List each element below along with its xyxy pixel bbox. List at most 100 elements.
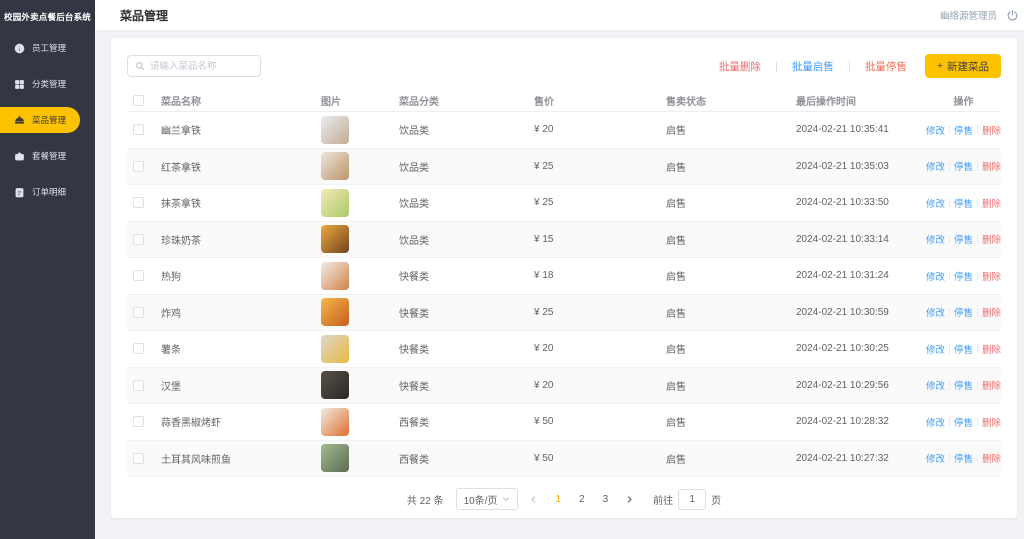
delete-link[interactable]: 删除 <box>982 159 1001 173</box>
delete-link[interactable]: 删除 <box>982 342 1001 356</box>
dish-category: 西餐类 <box>399 414 534 429</box>
row-checkbox[interactable] <box>133 416 144 427</box>
edit-link[interactable]: 修改 <box>926 269 945 283</box>
new-dish-label: 新建菜品 <box>947 59 989 74</box>
dish-price: ¥ 18 <box>534 270 666 281</box>
stop-sale-link[interactable]: 停售 <box>954 269 973 283</box>
dish-sale-status: 启售 <box>666 195 796 210</box>
select-all-checkbox[interactable] <box>133 95 144 106</box>
dish-price: ¥ 20 <box>534 124 666 135</box>
row-actions: 修改 停售 删除 <box>926 123 1001 137</box>
row-checkbox[interactable] <box>133 380 144 391</box>
search-icon <box>135 61 145 71</box>
delete-link[interactable]: 删除 <box>982 305 1001 319</box>
new-dish-button[interactable]: + 新建菜品 <box>925 54 1001 78</box>
sidebar-item-orders[interactable]: 订单明细 <box>0 174 95 210</box>
edit-link[interactable]: 修改 <box>926 415 945 429</box>
sidebar-item-label: 套餐管理 <box>32 150 66 162</box>
dish-image <box>321 116 349 144</box>
edit-link[interactable]: 修改 <box>926 123 945 137</box>
stop-sale-link[interactable]: 停售 <box>954 378 973 392</box>
page-button-1[interactable]: 1 <box>549 494 567 505</box>
column-header-time: 最后操作时间 <box>796 93 926 108</box>
edit-link[interactable]: 修改 <box>926 451 945 465</box>
goto-page-input[interactable] <box>678 489 706 510</box>
row-checkbox[interactable] <box>133 270 144 281</box>
page-button-2[interactable]: 2 <box>573 494 591 505</box>
batch-enable-button[interactable]: 批量启售 <box>790 59 836 74</box>
delete-link[interactable]: 删除 <box>982 378 1001 392</box>
sidebar-item-employees[interactable]: 员工管理 <box>0 30 95 66</box>
sidebar-item-combos[interactable]: 套餐管理 <box>0 138 95 174</box>
table-row: 汉堡 快餐类 ¥ 20 启售 2024-02-21 10:29:56 修改 停售… <box>127 368 1001 405</box>
row-checkbox[interactable] <box>133 124 144 135</box>
stop-sale-link[interactable]: 停售 <box>954 342 973 356</box>
edit-link[interactable]: 修改 <box>926 159 945 173</box>
dish-name: 幽兰拿铁 <box>161 122 321 137</box>
stop-sale-link[interactable]: 停售 <box>954 159 973 173</box>
row-checkbox[interactable] <box>133 161 144 172</box>
stop-sale-link[interactable]: 停售 <box>954 305 973 319</box>
sidebar-item-categories[interactable]: 分类管理 <box>0 66 95 102</box>
column-header-name: 菜品名称 <box>161 93 321 108</box>
stop-sale-link[interactable]: 停售 <box>954 415 973 429</box>
chevron-down-icon <box>502 495 510 503</box>
delete-link[interactable]: 删除 <box>982 269 1001 283</box>
last-modified-time: 2024-02-21 10:33:14 <box>796 234 926 245</box>
delete-link[interactable]: 删除 <box>982 451 1001 465</box>
sidebar-item-label: 分类管理 <box>32 78 66 90</box>
dish-name: 汉堡 <box>161 378 321 393</box>
edit-link[interactable]: 修改 <box>926 305 945 319</box>
dish-image <box>321 335 349 363</box>
delete-link[interactable]: 删除 <box>982 415 1001 429</box>
action-divider <box>949 417 950 426</box>
stop-sale-link[interactable]: 停售 <box>954 123 973 137</box>
dish-category: 快餐类 <box>399 378 534 393</box>
batch-disable-button[interactable]: 批量停售 <box>863 59 909 74</box>
current-user-name: 幽络源管理员 <box>940 8 997 22</box>
row-checkbox[interactable] <box>133 234 144 245</box>
stop-sale-link[interactable]: 停售 <box>954 196 973 210</box>
row-checkbox[interactable] <box>133 453 144 464</box>
row-checkbox[interactable] <box>133 343 144 354</box>
page-button-3[interactable]: 3 <box>597 494 615 505</box>
row-checkbox[interactable] <box>133 197 144 208</box>
table-row: 炸鸡 快餐类 ¥ 25 启售 2024-02-21 10:30:59 修改 停售… <box>127 295 1001 332</box>
dish-sale-status: 启售 <box>666 378 796 393</box>
stop-sale-link[interactable]: 停售 <box>954 451 973 465</box>
next-page-button[interactable] <box>620 495 639 504</box>
action-divider <box>977 344 978 353</box>
card-toolbar: 批量删除 批量启售 批量停售 + 新建菜品 <box>127 54 1001 78</box>
search-input[interactable] <box>150 61 253 72</box>
delete-link[interactable]: 删除 <box>982 123 1001 137</box>
last-modified-time: 2024-02-21 10:30:25 <box>796 343 926 354</box>
delete-link[interactable]: 删除 <box>982 232 1001 246</box>
sidebar-item-dishes[interactable]: 菜品管理 <box>0 102 95 138</box>
goto-unit: 页 <box>711 492 721 507</box>
delete-link[interactable]: 删除 <box>982 196 1001 210</box>
dish-name: 炸鸡 <box>161 305 321 320</box>
edit-link[interactable]: 修改 <box>926 342 945 356</box>
stop-sale-link[interactable]: 停售 <box>954 232 973 246</box>
batch-delete-button[interactable]: 批量删除 <box>717 59 763 74</box>
page-size-select[interactable]: 10条/页 <box>456 488 519 510</box>
row-actions: 修改 停售 删除 <box>926 196 1001 210</box>
dish-category: 饮品类 <box>399 122 534 137</box>
row-checkbox[interactable] <box>133 307 144 318</box>
edit-link[interactable]: 修改 <box>926 196 945 210</box>
dish-image <box>321 152 349 180</box>
employee-info-icon <box>14 43 25 54</box>
sidebar: 校园外卖点餐后台系统 员工管理 分类管理 菜品管理 <box>0 0 95 539</box>
app-title: 校园外卖点餐后台系统 <box>0 0 95 30</box>
column-header-status: 售卖状态 <box>666 93 796 108</box>
logout-power-icon[interactable] <box>1006 9 1019 22</box>
page-size-value: 10条/页 <box>464 492 498 507</box>
toolbar-actions: 批量删除 批量启售 批量停售 + 新建菜品 <box>717 54 1001 78</box>
edit-link[interactable]: 修改 <box>926 378 945 392</box>
dish-category: 快餐类 <box>399 341 534 356</box>
edit-link[interactable]: 修改 <box>926 232 945 246</box>
sidebar-item-label: 员工管理 <box>32 42 66 54</box>
dish-price: ¥ 50 <box>534 416 666 427</box>
prev-page-button[interactable] <box>524 495 543 504</box>
dish-image <box>321 408 349 436</box>
